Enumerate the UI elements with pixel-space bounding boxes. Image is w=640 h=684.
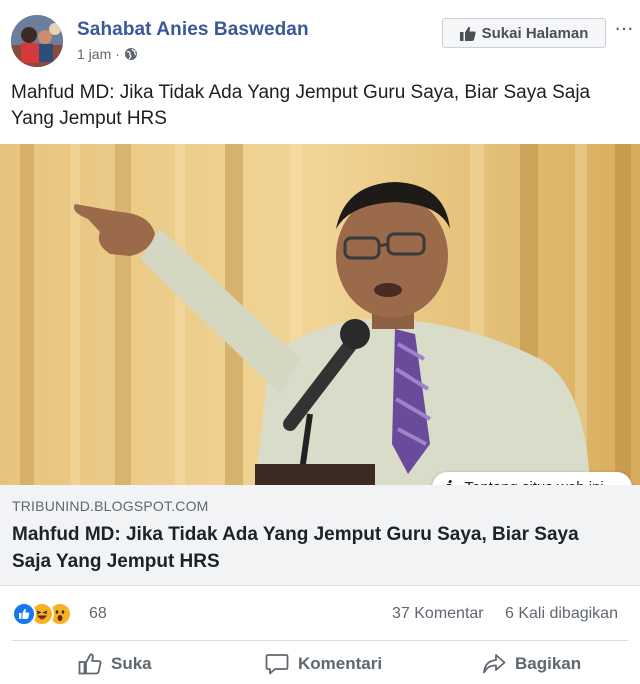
share-count[interactable]: 6 Kali dibagikan [505, 605, 618, 623]
reaction-count[interactable]: 68 [89, 605, 107, 623]
divider [12, 640, 628, 641]
reaction-icons[interactable] [12, 602, 72, 626]
link-title[interactable]: Mahfud MD: Jika Tidak Ada Yang Jemput Gu… [12, 521, 622, 575]
link-preview[interactable]: TRIBUNIND.BLOGSPOT.COM Mahfud MD: Jika T… [0, 485, 640, 586]
like-label: Suka [111, 654, 152, 673]
more-options-icon[interactable]: ··· [614, 17, 634, 39]
thumbs-up-icon [459, 26, 476, 41]
facebook-post: Sahabat Anies Baswedan 1 jam · Sukai Hal… [0, 0, 640, 684]
like-icon [12, 602, 36, 626]
like-page-label: Sukai Halaman [481, 24, 589, 42]
link-domain: TRIBUNIND.BLOGSPOT.COM [12, 498, 209, 514]
thumbs-up-outline-icon [78, 653, 102, 675]
post-time[interactable]: 1 jam [77, 46, 111, 62]
share-button[interactable]: Bagikan [482, 653, 581, 675]
post-photo[interactable] [0, 144, 640, 485]
comment-button[interactable]: Komentari [265, 653, 382, 675]
reactions-bar: 68 37 Komentar 6 Kali dibagikan [0, 596, 640, 632]
page-name-link[interactable]: Sahabat Anies Baswedan [77, 19, 309, 41]
page-avatar[interactable] [11, 15, 63, 67]
like-page-button[interactable]: Sukai Halaman [442, 18, 606, 48]
action-bar: Suka Komentari Bagikan [0, 645, 640, 684]
globe-icon [124, 47, 138, 61]
like-button[interactable]: Suka [78, 653, 152, 675]
comment-icon [265, 654, 289, 675]
comment-label: Komentari [298, 654, 383, 673]
post-caption: Mahfud MD: Jika Tidak Ada Yang Jemput Gu… [11, 82, 591, 129]
comment-count[interactable]: 37 Komentar [392, 605, 484, 623]
post-meta: 1 jam · [77, 46, 138, 62]
share-icon [483, 654, 506, 674]
share-label: Bagikan [515, 654, 582, 673]
meta-separator: · [115, 46, 120, 62]
post-header: Sahabat Anies Baswedan 1 jam · Sukai Hal… [0, 0, 640, 78]
